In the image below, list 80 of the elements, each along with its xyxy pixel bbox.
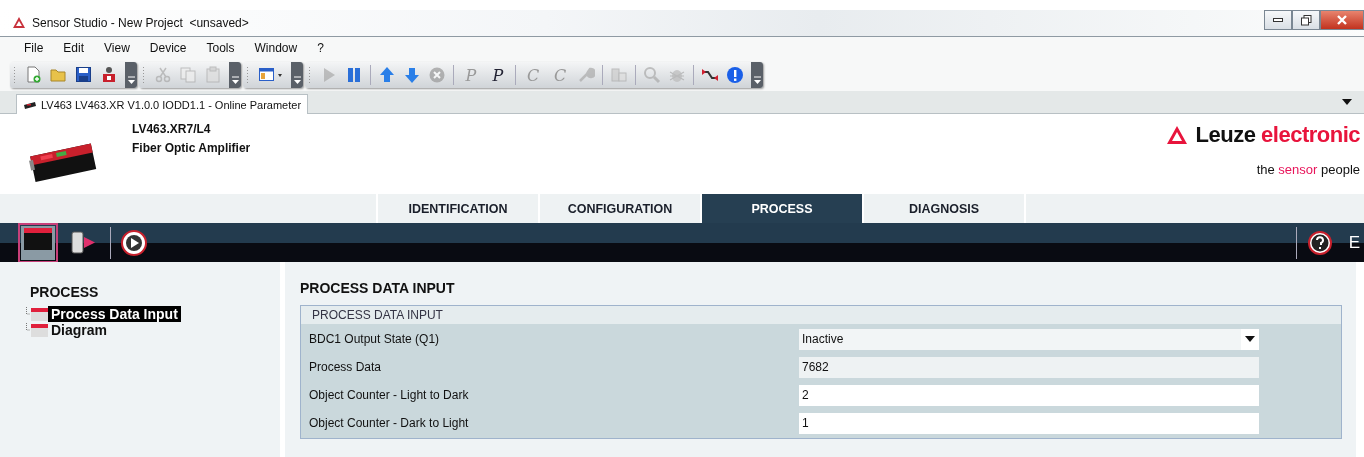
readonly-field: 7682 [799,356,1259,378]
logo-icon [1165,125,1188,145]
restore-icon [1300,14,1312,26]
connection-icon [701,66,719,84]
view-button[interactable] [20,224,56,261]
save-icon [75,66,93,84]
field-label: Object Counter - Light to Dark [309,388,470,402]
app-icon [12,16,26,30]
device-icon [23,100,37,109]
new-document-icon [25,66,43,84]
grip-icon[interactable] [246,66,249,84]
grip-icon[interactable] [308,66,311,84]
panel-title: PROCESS DATA INPUT [300,280,456,296]
toolbar-button[interactable]: P [486,64,510,86]
wrench-icon [577,66,595,84]
document-tab[interactable]: LV463 LV463.XR V1.0.0 IODD1.1 - Online Parameter [16,94,309,114]
overflow-button[interactable] [125,62,137,88]
tab[interactable]: DIAGNOSIS [862,194,1024,223]
overflow-button[interactable] [229,62,241,88]
module-icon [610,66,628,84]
logo-text: Leuze electronic [1195,122,1360,148]
tab[interactable]: PROCESS [700,194,862,223]
tagline: the sensor people [1256,162,1360,177]
overflow-icon [127,76,135,84]
field-label: Object Counter - Dark to Light [309,416,470,430]
field-label: BDC1 Output State (Q1) [309,332,441,346]
pause-icon [345,66,363,84]
input-field[interactable]: 1 [799,412,1259,434]
tree-item[interactable]: Process Data Input [48,306,181,322]
monitor-icon [20,224,56,261]
up-arrow-icon [378,66,396,84]
field-label: Process Data [309,360,383,374]
scissors-icon [154,66,172,84]
device-description: Fiber Optic Amplifier [132,141,251,155]
page-icon [26,323,48,337]
restore-button[interactable] [1292,10,1320,30]
cancel-icon [428,66,446,84]
input-field[interactable]: 2 [799,384,1259,406]
play-circle-icon [121,229,147,256]
menu-item[interactable]: ? [307,41,334,55]
minimize-icon [1273,18,1283,22]
menu-item[interactable]: File [14,41,54,55]
dropdown-field[interactable]: Inactive [799,328,1259,350]
info-icon [726,66,744,84]
tab[interactable]: IDENTIFICATION [376,194,538,223]
overflow-icon [293,76,301,84]
down-arrow-icon [403,66,421,84]
menu-item[interactable]: Device [139,41,197,55]
layout-icon [258,66,284,84]
menu-item[interactable]: Window [244,41,308,55]
close-icon [1337,15,1347,25]
page-icon [26,307,48,321]
device-play-icon [70,230,96,255]
minimize-button[interactable] [1264,10,1292,30]
overflow-icon [231,76,239,84]
toolbar-button[interactable] [724,64,746,86]
folder-icon [50,66,68,84]
dropdown-arrow-icon[interactable] [1342,99,1352,105]
copy-icon [179,66,197,84]
device-model: LV463.XR7/L4 [132,122,212,136]
help-icon [1306,229,1333,256]
overflow-button[interactable] [291,62,303,88]
menu-item[interactable]: View [94,41,140,55]
dropdown-arrow-icon[interactable] [1245,336,1255,342]
group-title: PROCESS DATA INPUT [301,306,1341,324]
tree-item[interactable]: Diagram [48,322,111,338]
menu-item[interactable]: Edit [53,41,95,55]
sidebar-title: PROCESS [30,284,100,300]
search-icon [643,66,661,84]
device-icon [100,66,118,84]
window-title: Sensor Studio - New Project <unsaved> [32,16,249,30]
menu-item[interactable]: Tools [196,41,245,55]
overflow-button[interactable] [751,62,763,88]
grip-icon[interactable] [142,66,145,84]
tab[interactable]: CONFIGURATION [538,194,700,223]
overflow-icon [753,76,761,84]
language-selector[interactable]: E [1348,232,1360,253]
close-button[interactable] [1320,10,1364,30]
grip-icon[interactable] [13,66,16,84]
clipboard-icon [204,66,222,84]
